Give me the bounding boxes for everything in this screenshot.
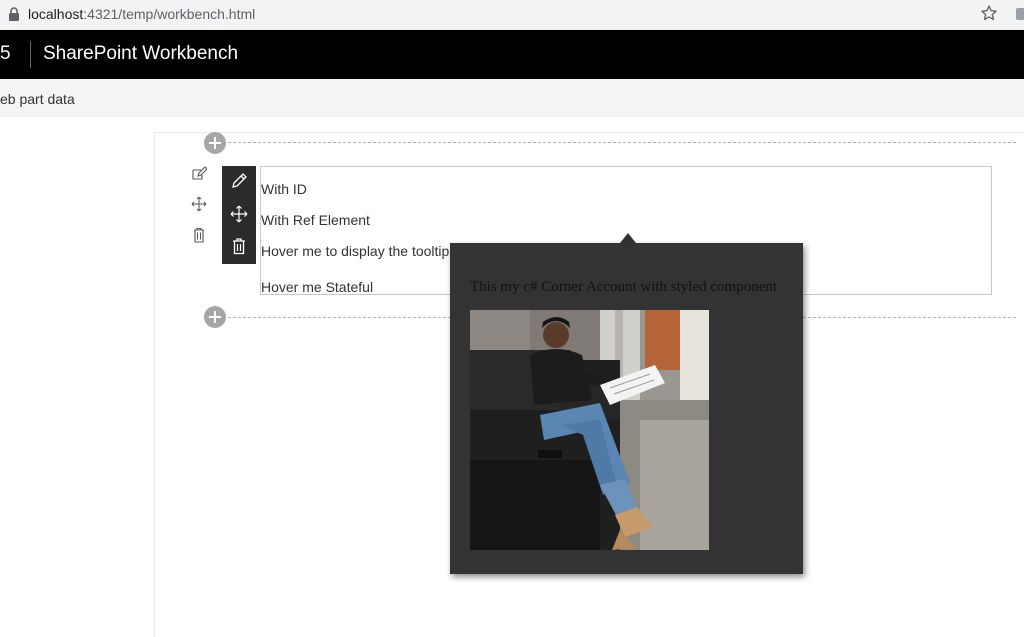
extension-icon[interactable] (1016, 8, 1024, 20)
browser-url-bar[interactable]: localhost:4321/temp/workbench.html (0, 0, 1024, 30)
with-id-text[interactable]: With ID (261, 181, 307, 197)
add-section-top-button[interactable] (204, 132, 226, 154)
url-host: localhost (28, 6, 84, 22)
command-bar: eb part data (0, 79, 1024, 117)
edit-section-icon[interactable] (191, 166, 207, 182)
web-part-data-button[interactable]: eb part data (0, 91, 75, 107)
star-icon[interactable] (980, 4, 998, 22)
suite-bar: 5 SharePoint Workbench (0, 30, 1024, 79)
url-path: :4321/temp/workbench.html (83, 6, 256, 22)
edit-icon[interactable] (230, 172, 248, 190)
tooltip-text: This my c# Corner Account with styled co… (470, 279, 778, 295)
webpart-toolbar (222, 166, 256, 264)
move-icon[interactable] (230, 205, 248, 223)
suite-divider (30, 41, 31, 68)
with-ref-element-text[interactable]: With Ref Element (261, 212, 370, 228)
lock-icon (9, 7, 19, 21)
suite-app-fragment[interactable]: 5 (0, 43, 11, 65)
tooltip-callout: This my c# Corner Account with styled co… (450, 243, 803, 574)
delete-icon[interactable] (230, 237, 248, 255)
tooltip-beak (620, 233, 636, 243)
hover-tooltip-text[interactable]: Hover me to display the tooltip (261, 243, 449, 259)
add-section-bottom-button[interactable] (204, 306, 226, 328)
suite-title[interactable]: SharePoint Workbench (43, 43, 238, 65)
profile-photo (470, 310, 709, 550)
hover-stateful-text[interactable]: Hover me Stateful (261, 279, 373, 295)
url-text[interactable]: localhost:4321/temp/workbench.html (28, 6, 255, 22)
add-zone-line-top (228, 142, 1016, 143)
move-section-icon[interactable] (191, 196, 207, 212)
delete-section-icon[interactable] (191, 227, 207, 243)
